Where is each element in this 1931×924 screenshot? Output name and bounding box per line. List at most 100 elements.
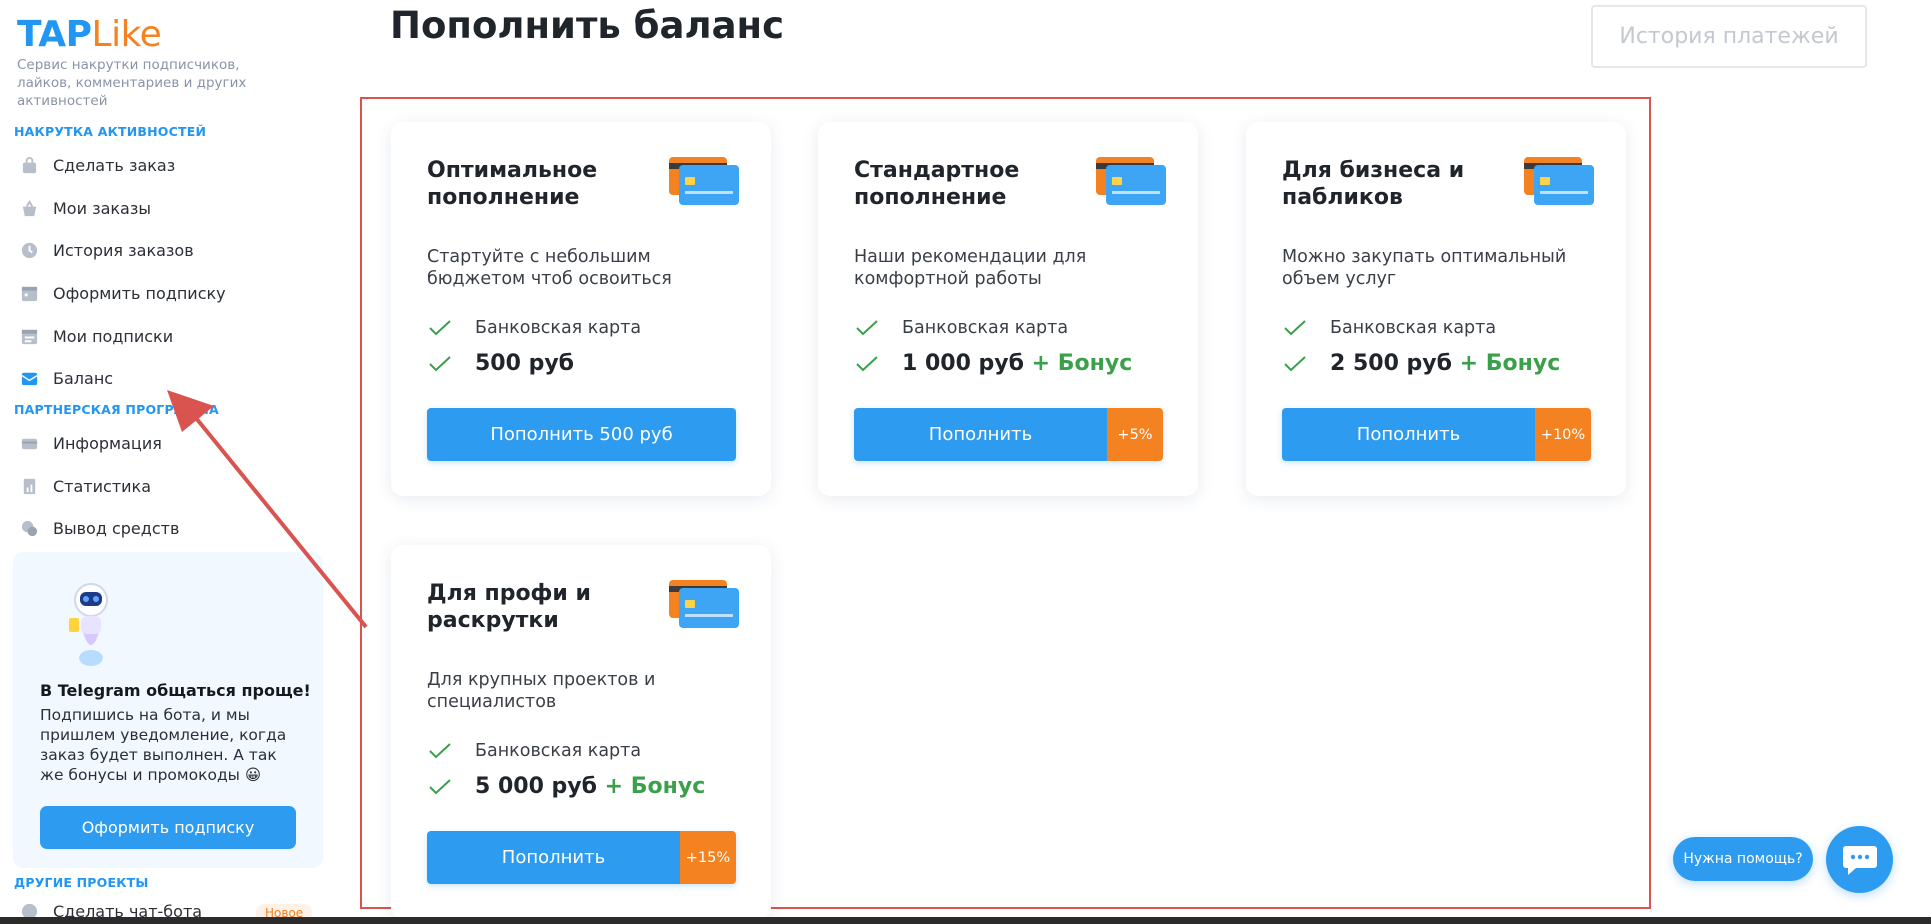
topup-button-label: Пополнить <box>427 831 680 884</box>
robot-mascot-icon <box>69 583 108 666</box>
telegram-title: В Telegram общаться проще! <box>40 681 311 700</box>
bonus-percent-badge: +5% <box>1107 408 1163 461</box>
sidebar: TAPLike Сервис накрутки подписчиков, лай… <box>0 0 336 924</box>
check-icon <box>427 742 453 760</box>
check-icon <box>854 355 880 373</box>
plan-title: Для профи и раскрутки <box>427 581 591 633</box>
sidebar-item-label: История заказов <box>53 240 194 260</box>
sidebar-item-my-subscriptions[interactable]: Мои подписки <box>20 321 173 351</box>
bonus-percent-badge: +10% <box>1535 408 1591 461</box>
telegram-subscribe-button[interactable]: Оформить подписку <box>40 806 296 849</box>
bank-cards-icon <box>1524 157 1594 205</box>
page-title: Пополнить баланс <box>390 4 785 47</box>
chat-icon <box>1842 845 1877 875</box>
tagline: Сервис накрутки подписчиков, лайков, ком… <box>17 57 247 109</box>
check-icon <box>854 319 880 337</box>
topup-button-label: Пополнить 500 руб <box>427 408 736 461</box>
sidebar-item-label: Баланс <box>53 368 114 388</box>
plan-feature-method: Банковская карта <box>427 318 641 338</box>
sidebar-item-label: Мои подписки <box>53 326 174 346</box>
plan-card-standard: Стандартное пополнение Наши рекомендации… <box>818 122 1198 496</box>
sidebar-item-my-orders[interactable]: Мои заказы <box>20 193 151 223</box>
section-title-activity: НАКРУТКА АКТИВНОСТЕЙ <box>14 124 207 139</box>
wallet-icon <box>20 369 39 388</box>
sidebar-item-label: Сделать заказ <box>53 155 176 175</box>
plan-feature-method: Банковская карта <box>854 318 1068 338</box>
check-icon <box>1282 355 1308 373</box>
plan-bonus: + Бонус <box>1459 351 1561 376</box>
bank-cards-icon <box>669 580 739 628</box>
plan-feature-method: Банковская карта <box>1282 318 1496 338</box>
telegram-promo-card: В Telegram общаться проще! Подпишись на … <box>13 552 323 868</box>
telegram-text: Подпишись на бота, и мы пришлем уведомле… <box>40 706 287 784</box>
plan-bonus: + Бонус <box>1031 351 1133 376</box>
sidebar-item-label: Статистика <box>53 476 151 496</box>
basket-icon <box>20 199 39 218</box>
plan-description: Наши рекомендации для комфортной работы <box>854 247 1087 289</box>
sidebar-item-statistics[interactable]: Статистика <box>20 471 151 501</box>
app-root: TAPLike Сервис накрутки подписчиков, лай… <box>0 0 1931 924</box>
sidebar-item-info[interactable]: Информация <box>20 428 162 458</box>
chat-button[interactable] <box>1826 826 1893 893</box>
plan-amount: 5 000 руб <box>475 774 597 799</box>
sidebar-item-label: Мои заказы <box>53 198 151 218</box>
sidebar-item-balance[interactable]: Баланс <box>20 363 113 393</box>
plan-feature-amount: 500 руб <box>427 351 574 376</box>
bag-icon <box>20 156 39 175</box>
plan-card-optimal: Оптимальное пополнение Стартуйте с небол… <box>391 122 771 496</box>
sidebar-item-make-order[interactable]: Сделать заказ <box>20 150 175 180</box>
help-label[interactable]: Нужна помощь? <box>1673 837 1813 881</box>
sidebar-item-subscribe[interactable]: Оформить подписку <box>20 278 226 308</box>
plan-feature-amount: 5 000 руб + Бонус <box>427 774 705 799</box>
logo-part-like: Like <box>91 14 162 55</box>
plan-method-text: Банковская карта <box>1330 318 1497 338</box>
payment-history-button[interactable]: История платежей <box>1591 5 1867 68</box>
sidebar-item-withdraw[interactable]: Вывод средств <box>20 513 179 543</box>
topup-2500-button[interactable]: Пополнить +10% <box>1282 408 1591 461</box>
chart-icon <box>20 477 39 496</box>
check-icon <box>427 319 453 337</box>
check-icon <box>427 355 453 373</box>
info-card-icon <box>20 434 39 453</box>
plan-feature-amount: 1 000 руб + Бонус <box>854 351 1132 376</box>
plan-title: Оптимальное пополнение <box>427 158 598 210</box>
plan-method-text: Банковская карта <box>902 318 1069 338</box>
section-title-partner: ПАРТНЕРСКАЯ ПРОГРАММА <box>14 402 219 417</box>
plan-description: Стартуйте с небольшим бюджетом чтоб осво… <box>427 247 672 289</box>
topup-button-label: Пополнить <box>1282 408 1535 461</box>
topup-1000-button[interactable]: Пополнить +5% <box>854 408 1163 461</box>
plan-amount: 2 500 руб <box>1330 351 1452 376</box>
logo-part-tap: TAP <box>17 14 92 55</box>
topup-button-label: Пополнить <box>854 408 1107 461</box>
bank-cards-icon <box>1096 157 1166 205</box>
calendar-icon <box>20 284 39 303</box>
plan-feature-amount: 2 500 руб + Бонус <box>1282 351 1560 376</box>
bottom-edge-bar <box>0 917 1931 924</box>
plan-description: Можно закупать оптимальный объем услуг <box>1282 247 1567 289</box>
sidebar-item-order-history[interactable]: История заказов <box>20 235 194 265</box>
plan-method-text: Банковская карта <box>475 318 642 338</box>
plan-card-business: Для бизнеса и пабликов Можно закупать оп… <box>1246 122 1626 496</box>
topup-500-button[interactable]: Пополнить 500 руб <box>427 408 736 461</box>
topup-5000-button[interactable]: Пополнить +15% <box>427 831 736 884</box>
plan-description: Для крупных проектов и специалистов <box>427 670 656 712</box>
plan-feature-method: Банковская карта <box>427 741 641 761</box>
section-title-other: ДРУГИЕ ПРОЕКТЫ <box>14 875 149 890</box>
bank-cards-icon <box>669 157 739 205</box>
plan-amount: 500 руб <box>475 351 575 376</box>
coins-icon <box>20 519 39 538</box>
sidebar-item-label: Оформить подписку <box>53 283 226 303</box>
check-icon <box>427 778 453 796</box>
sidebar-item-label: Информация <box>53 433 162 453</box>
plan-method-text: Банковская карта <box>475 741 642 761</box>
plan-title: Для бизнеса и пабликов <box>1282 158 1465 210</box>
plan-bonus: + Бонус <box>604 774 706 799</box>
logo[interactable]: TAPLike <box>17 14 162 55</box>
calendar-list-icon <box>20 327 39 346</box>
plan-card-pro: Для профи и раскрутки Для крупных проект… <box>391 545 771 919</box>
bonus-percent-badge: +15% <box>680 831 736 884</box>
clock-icon <box>20 241 39 260</box>
plan-amount: 1 000 руб <box>902 351 1024 376</box>
plan-title: Стандартное пополнение <box>854 158 1020 210</box>
check-icon <box>1282 319 1308 337</box>
